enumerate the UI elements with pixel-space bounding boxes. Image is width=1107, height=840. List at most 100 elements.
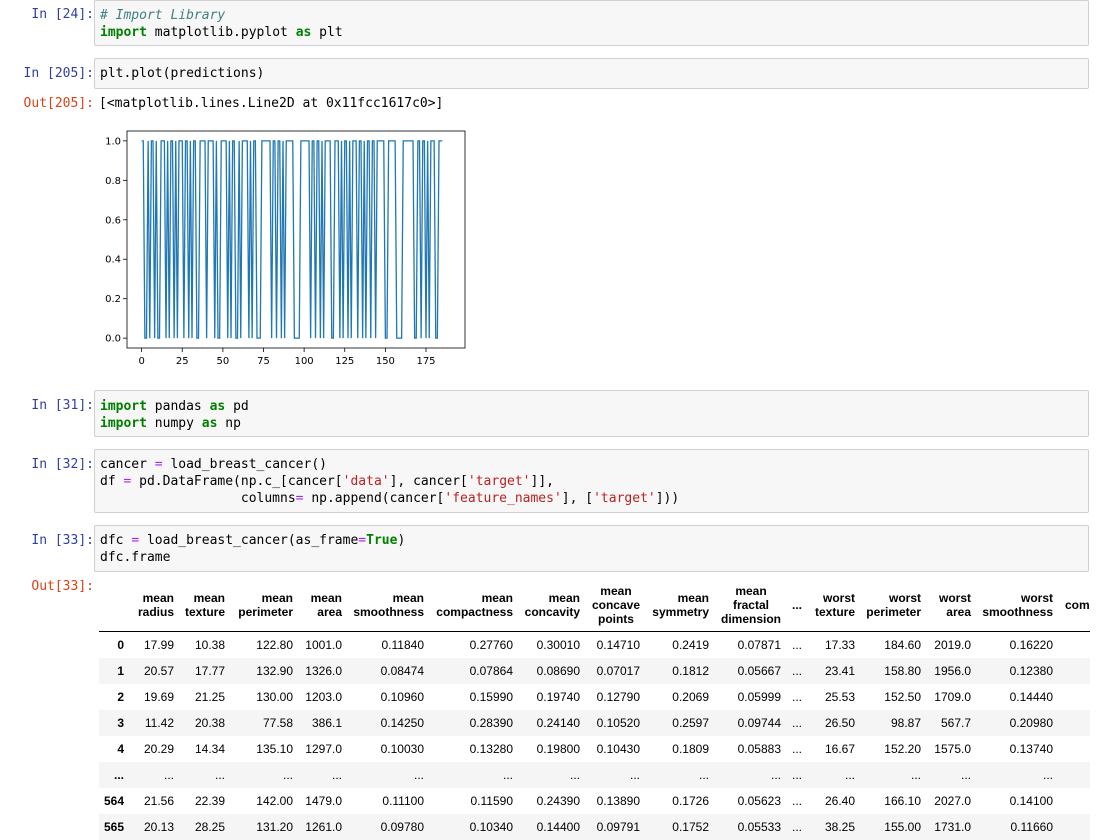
table-cell: 152.50 bbox=[884, 690, 921, 704]
table-cell: 25.53 bbox=[824, 690, 855, 704]
table-cell: 0.27760 bbox=[469, 638, 513, 652]
table-cell: ... bbox=[791, 794, 802, 808]
table-cell: 0.13740 bbox=[1009, 742, 1053, 756]
table-cell: 2019.0 bbox=[934, 638, 971, 652]
column-header-line: smoothness bbox=[353, 605, 424, 619]
table-cell: ... bbox=[791, 690, 802, 704]
cell-prompt-in-31: In [31]: bbox=[31, 398, 94, 413]
code-operator: = bbox=[123, 474, 132, 489]
table-cell: ... bbox=[770, 768, 781, 782]
table-cell: 16.67 bbox=[824, 742, 855, 756]
code-cell-imports[interactable]: import pandas as pd import numpy as np bbox=[94, 390, 1089, 437]
column-header: com bbox=[1065, 598, 1090, 612]
table-row: 0 17.99 10.38 122.80 1001.0 0.11840 0.27760 0.3… bbox=[99, 632, 1090, 658]
row-index: 4 bbox=[117, 742, 124, 756]
table-cell: 1731.0 bbox=[934, 820, 971, 834]
column-header-line: radius bbox=[137, 605, 174, 619]
table-cell: 28.25 bbox=[194, 820, 225, 834]
table-cell: ... bbox=[629, 768, 640, 782]
column-header-line: mean bbox=[310, 591, 342, 605]
code-string: 'data' bbox=[342, 474, 390, 489]
table-cell: ... bbox=[502, 768, 513, 782]
y-tick-label: 0.6 bbox=[105, 215, 121, 226]
code-string: 'feature_names' bbox=[444, 491, 562, 506]
table-cell: 0.19740 bbox=[536, 690, 580, 704]
code-cell-import-library[interactable]: # Import Library import matplotlib.pyplo… bbox=[94, 0, 1089, 46]
column-header: mean symmetry bbox=[652, 591, 709, 619]
code-cell-frame[interactable]: dfc = load_breast_cancer(as_frame=True) … bbox=[94, 525, 1089, 572]
table-cell: 0.1752 bbox=[672, 820, 709, 834]
table-cell: 1479.0 bbox=[305, 794, 342, 808]
table-cell: 0.10340 bbox=[469, 820, 513, 834]
column-header-line: texture bbox=[814, 605, 855, 619]
table-cell: 1709.0 bbox=[934, 690, 971, 704]
table-cell: 0.14440 bbox=[1009, 690, 1053, 704]
table-cell: 0.13890 bbox=[596, 794, 640, 808]
column-header: mean radius bbox=[138, 591, 174, 619]
column-header: worst texture bbox=[815, 591, 855, 619]
table-cell: 0.10430 bbox=[596, 742, 640, 756]
column-header-line: mean bbox=[548, 591, 580, 605]
table-cell: 0.05883 bbox=[737, 742, 781, 756]
column-header-line: texture bbox=[184, 605, 225, 619]
row-index: 3 bbox=[117, 716, 124, 730]
table-cell: 0.2597 bbox=[672, 716, 709, 730]
cell-prompt-in-24: In [24]: bbox=[31, 7, 94, 22]
cell-prompt-in-33: In [33]: bbox=[31, 533, 94, 548]
table-cell: 0.2419 bbox=[672, 638, 709, 652]
column-header-line: mean bbox=[677, 591, 709, 605]
column-header-line: concavity bbox=[524, 605, 580, 619]
column-header-line: com bbox=[1065, 598, 1090, 612]
x-tick-label: 100 bbox=[295, 356, 314, 367]
table-cell: 0.14400 bbox=[536, 820, 580, 834]
table-cell: 122.80 bbox=[256, 638, 293, 652]
column-header-line: mean bbox=[193, 591, 225, 605]
column-header-line: worst bbox=[1020, 591, 1053, 605]
row-index: 1 bbox=[117, 664, 124, 678]
column-header: ... bbox=[792, 598, 802, 612]
table-cell: 98.87 bbox=[890, 716, 921, 730]
table-cell: 0.08690 bbox=[536, 664, 580, 678]
column-header-line: worst bbox=[938, 591, 971, 605]
column-header: worst smoothness bbox=[982, 591, 1053, 619]
x-tick-label: 0 bbox=[138, 356, 144, 367]
code-cell-plot[interactable]: plt.plot(predictions) bbox=[94, 58, 1089, 89]
code-keyword: as bbox=[209, 399, 226, 414]
table-cell: 0.14250 bbox=[380, 716, 424, 730]
line-plot: 0 25 50 75 100 125 150 175 0.0 0.2 0.4 0.6 0.8 1.0 bbox=[105, 130, 466, 367]
table-cell: ... bbox=[214, 768, 225, 782]
table-cell: 131.20 bbox=[256, 820, 293, 834]
column-header-line: concave bbox=[591, 598, 640, 612]
table-cell: 0.15990 bbox=[469, 690, 513, 704]
table-cell: 0.11660 bbox=[1010, 820, 1054, 834]
column-header-line: symmetry bbox=[652, 605, 709, 619]
table-cell: 0.07864 bbox=[469, 664, 513, 678]
table-cell: 20.57 bbox=[143, 664, 174, 678]
table-cell: 0.30010 bbox=[536, 638, 580, 652]
column-header-line: area bbox=[946, 605, 971, 619]
table-cell: ... bbox=[413, 768, 424, 782]
code-line: # Import Library bbox=[100, 7, 225, 24]
table-cell: 0.11590 bbox=[470, 794, 514, 808]
table-cell: 0.07871 bbox=[737, 638, 781, 652]
table-cell: 0.1809 bbox=[672, 742, 709, 756]
table-cell: ... bbox=[163, 768, 174, 782]
y-tick-label: 0.8 bbox=[105, 176, 121, 187]
table-cell: 0.24140 bbox=[536, 716, 580, 730]
table-cell: 132.90 bbox=[256, 664, 293, 678]
table-cell: ... bbox=[844, 768, 855, 782]
code-operator: = bbox=[154, 457, 163, 472]
table-cell: ... bbox=[791, 768, 802, 782]
code-cell-dataframe[interactable]: cancer = load_breast_cancer() df = pd.Da… bbox=[94, 449, 1089, 513]
code-comment: # Import Library bbox=[100, 8, 226, 23]
column-header-line: points bbox=[597, 612, 634, 626]
table-cell: ... bbox=[791, 716, 802, 730]
code-line: dfc.frame bbox=[100, 550, 171, 565]
table-cell: 0.10520 bbox=[596, 716, 640, 730]
x-tick-label: 25 bbox=[176, 356, 189, 367]
table-cell: 0.09791 bbox=[596, 820, 640, 834]
y-tick-label: 1.0 bbox=[105, 136, 121, 147]
table-cell: 21.56 bbox=[143, 794, 174, 808]
table-cell: 0.12790 bbox=[596, 690, 640, 704]
code-keyword: True bbox=[366, 533, 398, 548]
